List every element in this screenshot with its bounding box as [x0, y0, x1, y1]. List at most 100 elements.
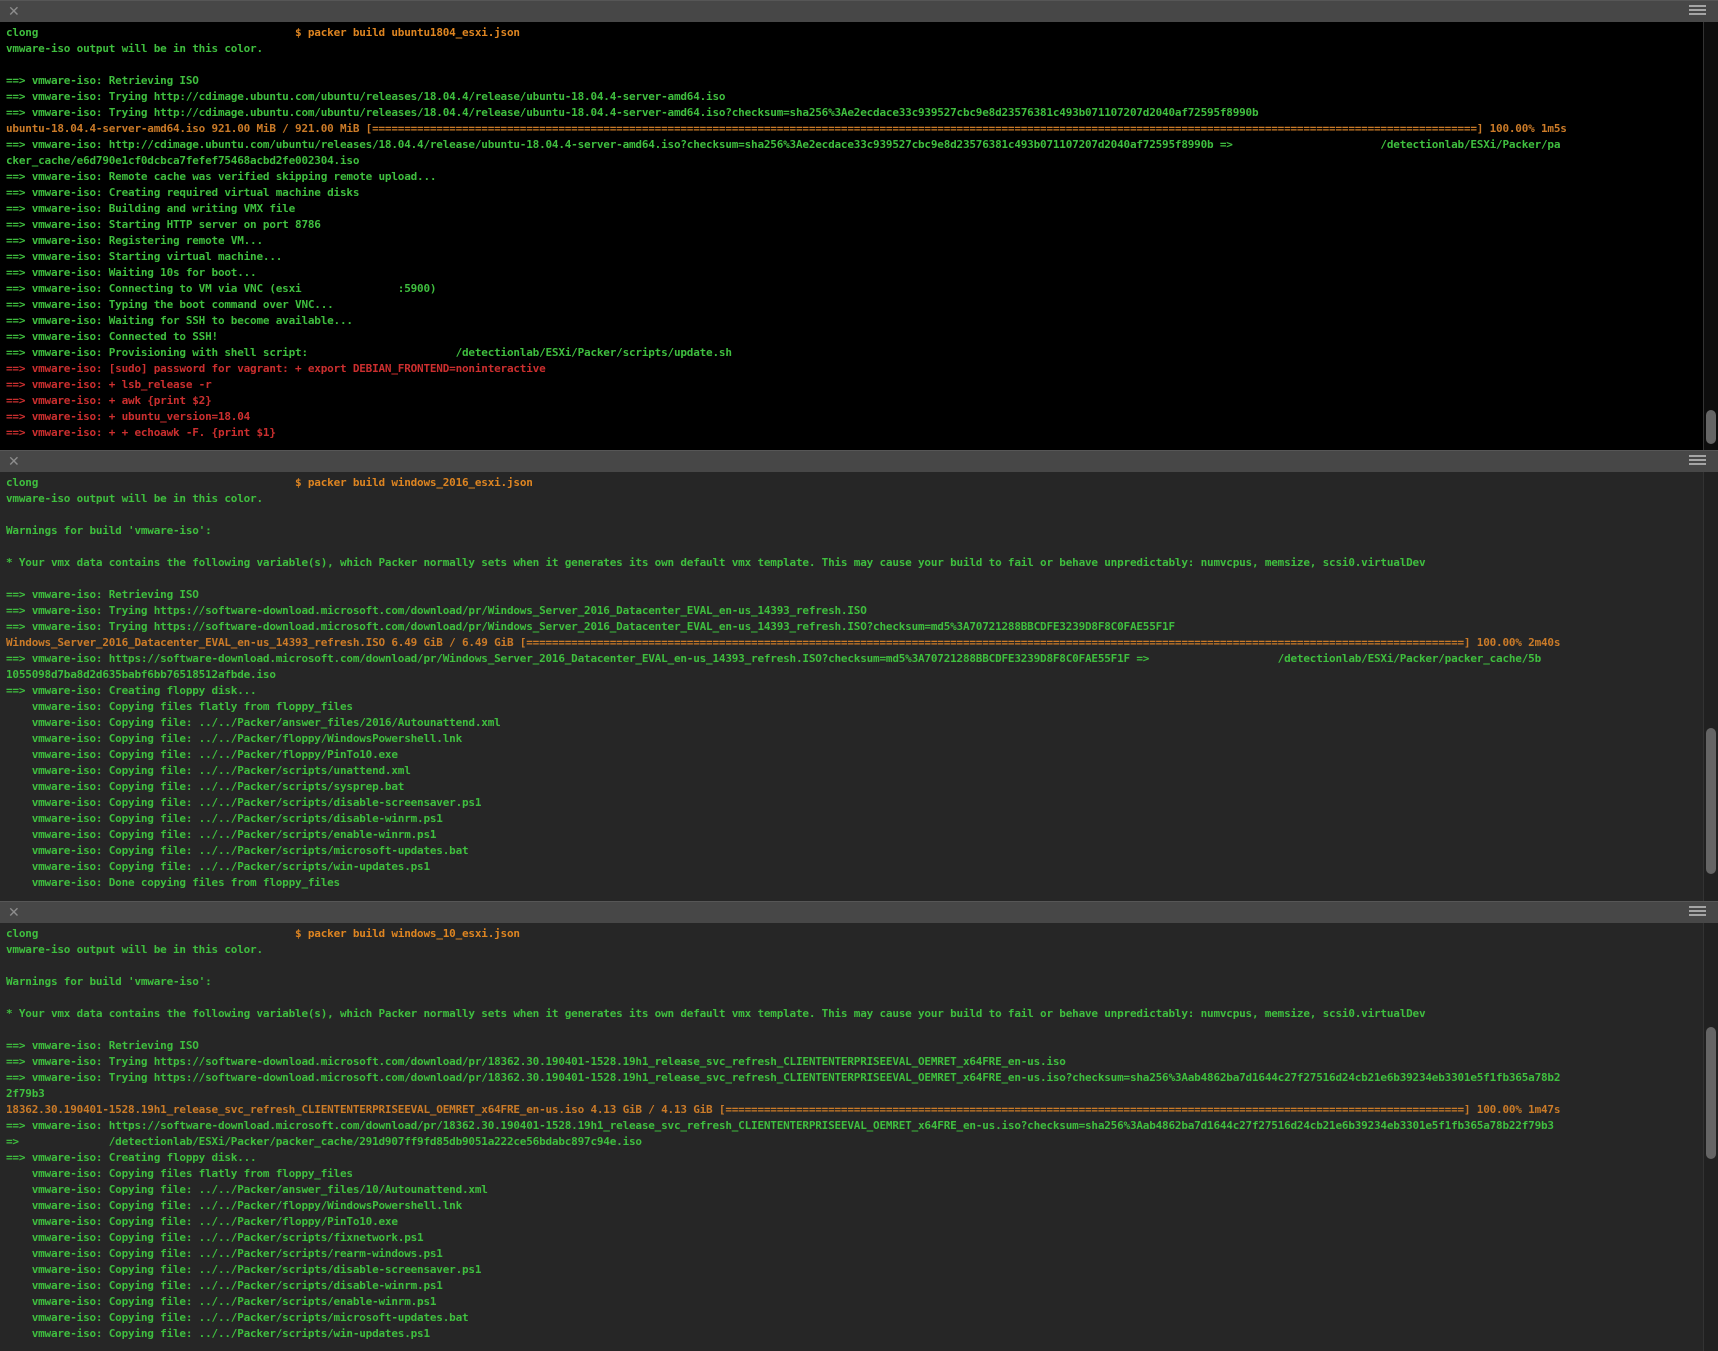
terminal-line: ==> vmware-iso: + lsb_release -r	[6, 377, 1718, 393]
line-segment: vmware-iso: Copying file: ../../Packer/s…	[6, 828, 436, 841]
terminal-line: vmware-iso: Copying file: ../../Packer/s…	[6, 1262, 1718, 1278]
terminal-output[interactable]: clong $ packer build windows_10_esxi.jso…	[0, 923, 1718, 1351]
terminal-line: ==> vmware-iso: Retrieving ISO	[6, 73, 1718, 89]
terminal-line: ==> vmware-iso: https://software-downloa…	[6, 651, 1718, 667]
line-segment: 18362.30.190401-1528.19h1_release_svc_re…	[6, 1103, 1560, 1116]
terminal-line	[6, 539, 1718, 555]
line-segment: ==> vmware-iso: Building and writing VMX…	[6, 202, 295, 215]
terminal-line: ==> vmware-iso: Trying http://cdimage.ub…	[6, 89, 1718, 105]
terminal-line: ==> vmware-iso: Trying https://software-…	[6, 1070, 1718, 1086]
terminal-line: vmware-iso output will be in this color.	[6, 491, 1718, 507]
line-segment: vmware-iso: Copying files flatly from fl…	[6, 1167, 353, 1180]
line-segment: * Your vmx data contains the following v…	[6, 1007, 1425, 1020]
terminal-line: * Your vmx data contains the following v…	[6, 1006, 1718, 1022]
terminal-line: ==> vmware-iso: https://software-downloa…	[6, 1118, 1718, 1134]
terminal-line: ==> vmware-iso: Waiting for SSH to becom…	[6, 313, 1718, 329]
pane-titlebar[interactable]: ✕	[0, 450, 1718, 472]
line-segment: ==> vmware-iso: Connected to SSH!	[6, 330, 218, 343]
terminal-line: ==> vmware-iso: Starting HTTP server on …	[6, 217, 1718, 233]
terminal-line: ==> vmware-iso: + + echoawk -F. {print $…	[6, 425, 1718, 441]
close-icon[interactable]: ✕	[8, 2, 20, 22]
line-segment: ==> vmware-iso: Trying https://software-…	[6, 1055, 1066, 1068]
line-segment: vmware-iso: Copying file: ../../Packer/f…	[6, 1199, 462, 1212]
line-segment: ==> vmware-iso: Registering remote VM...	[6, 234, 263, 247]
scrollbar-track[interactable]	[1703, 923, 1718, 1351]
line-segment: vmware-iso: Copying file: ../../Packer/s…	[6, 860, 430, 873]
terminal-output[interactable]: clong $ packer build windows_2016_esxi.j…	[0, 472, 1718, 901]
terminal-line: ==> vmware-iso: Trying https://software-…	[6, 1054, 1718, 1070]
terminal-line: ==> vmware-iso: Remote cache was verifie…	[6, 169, 1718, 185]
line-segment: ==> vmware-iso: Starting HTTP server on …	[6, 218, 321, 231]
terminal-line: vmware-iso: Copying file: ../../Packer/s…	[6, 859, 1718, 875]
terminal-line: Warnings for build 'vmware-iso':	[6, 523, 1718, 539]
scrollbar-thumb[interactable]	[1706, 410, 1716, 444]
pane-titlebar[interactable]: ✕	[0, 0, 1718, 22]
line-segment: $ packer build ubuntu1804_esxi.json	[38, 26, 520, 39]
terminal-line: ==> vmware-iso: + awk {print $2}	[6, 393, 1718, 409]
terminal-line: vmware-iso: Copying files flatly from fl…	[6, 1166, 1718, 1182]
terminal-line: clong $ packer build windows_2016_esxi.j…	[6, 475, 1718, 491]
line-segment: ==> vmware-iso: https://software-downloa…	[6, 1119, 1554, 1132]
terminal-line: ==> vmware-iso: Building and writing VMX…	[6, 201, 1718, 217]
close-icon[interactable]: ✕	[8, 903, 20, 923]
line-segment: => /detectionlab/ESXi/Packer/packer_cach…	[6, 1135, 642, 1148]
line-segment: ==> vmware-iso: Creating required virtua…	[6, 186, 359, 199]
scrollbar-track[interactable]	[1703, 472, 1718, 901]
line-segment: vmware-iso: Copying file: ../../Packer/s…	[6, 1247, 443, 1260]
line-segment: vmware-iso: Copying file: ../../Packer/s…	[6, 764, 411, 777]
line-segment: vmware-iso: Copying file: ../../Packer/s…	[6, 1327, 430, 1340]
terminal-line: ==> vmware-iso: Registering remote VM...	[6, 233, 1718, 249]
terminal-line: vmware-iso: Copying file: ../../Packer/s…	[6, 827, 1718, 843]
line-segment: ==> vmware-iso: [sudo] password for vagr…	[6, 362, 546, 375]
line-segment: vmware-iso: Copying file: ../../Packer/s…	[6, 1263, 481, 1276]
terminal-line: ==> vmware-iso: Connected to SSH!	[6, 329, 1718, 345]
close-icon[interactable]: ✕	[8, 452, 20, 472]
line-segment: 1055098d7ba8d2d635babf6bb76518512afbde.i…	[6, 668, 276, 681]
terminal-line: Windows_Server_2016_Datacenter_EVAL_en-u…	[6, 635, 1718, 651]
line-segment: ==> vmware-iso: Remote cache was verifie…	[6, 170, 436, 183]
terminal-line: 18362.30.190401-1528.19h1_release_svc_re…	[6, 1102, 1718, 1118]
line-segment: Warnings for build 'vmware-iso':	[6, 524, 212, 537]
terminal-line: ==> vmware-iso: Trying http://cdimage.ub…	[6, 105, 1718, 121]
line-segment: vmware-iso: Copying file: ../../Packer/f…	[6, 732, 462, 745]
scrollbar-thumb[interactable]	[1706, 1027, 1716, 1159]
terminal-pane-ubuntu1804: ✕ clong $ packer build ubuntu1804_esxi.j…	[0, 0, 1718, 450]
line-segment: vmware-iso output will be in this color.	[6, 492, 263, 505]
terminal-line: vmware-iso: Copying file: ../../Packer/s…	[6, 1246, 1718, 1262]
terminal-line: ==> vmware-iso: Retrieving ISO	[6, 1038, 1718, 1054]
menu-icon[interactable]	[1689, 5, 1706, 17]
scrollbar-thumb[interactable]	[1706, 728, 1716, 874]
terminal-line: cker_cache/e6d790e1cf0dcbca7fefef75468ac…	[6, 153, 1718, 169]
terminal-line: vmware-iso: Copying file: ../../Packer/f…	[6, 747, 1718, 763]
menu-icon[interactable]	[1689, 906, 1706, 918]
terminal-line	[6, 1022, 1718, 1038]
line-segment: Warnings for build 'vmware-iso':	[6, 975, 212, 988]
terminal-output[interactable]: clong $ packer build ubuntu1804_esxi.jso…	[0, 22, 1718, 450]
menu-icon[interactable]	[1689, 455, 1706, 467]
line-segment: vmware-iso: Copying file: ../../Packer/s…	[6, 796, 481, 809]
line-segment: vmware-iso: Copying file: ../../Packer/a…	[6, 716, 501, 729]
terminal-line: vmware-iso: Copying file: ../../Packer/f…	[6, 1198, 1718, 1214]
terminal-window: ✕ clong $ packer build ubuntu1804_esxi.j…	[0, 0, 1718, 1351]
terminal-line	[6, 57, 1718, 73]
scrollbar-track[interactable]	[1703, 22, 1718, 450]
line-segment: ==> vmware-iso: Provisioning with shell …	[6, 346, 732, 359]
terminal-line: ==> vmware-iso: Starting virtual machine…	[6, 249, 1718, 265]
terminal-line: ==> vmware-iso: [sudo] password for vagr…	[6, 361, 1718, 377]
terminal-line: vmware-iso: Copying file: ../../Packer/s…	[6, 1326, 1718, 1342]
terminal-line: vmware-iso: Copying files flatly from fl…	[6, 699, 1718, 715]
terminal-line	[6, 571, 1718, 587]
terminal-line	[6, 990, 1718, 1006]
pane-titlebar[interactable]: ✕	[0, 901, 1718, 923]
terminal-line: vmware-iso: Copying file: ../../Packer/s…	[6, 763, 1718, 779]
terminal-line: ==> vmware-iso: Creating floppy disk...	[6, 1150, 1718, 1166]
line-segment: ==> vmware-iso: Trying https://software-…	[6, 604, 867, 617]
terminal-line: ==> vmware-iso: Creating required virtua…	[6, 185, 1718, 201]
terminal-line: Warnings for build 'vmware-iso':	[6, 974, 1718, 990]
line-segment: vmware-iso output will be in this color.	[6, 943, 263, 956]
terminal-line: vmware-iso: Copying file: ../../Packer/s…	[6, 1230, 1718, 1246]
terminal-line: vmware-iso output will be in this color.	[6, 41, 1718, 57]
terminal-line: vmware-iso output will be in this color.	[6, 942, 1718, 958]
terminal-line: clong $ packer build ubuntu1804_esxi.jso…	[6, 25, 1718, 41]
terminal-line: clong $ packer build windows_10_esxi.jso…	[6, 926, 1718, 942]
